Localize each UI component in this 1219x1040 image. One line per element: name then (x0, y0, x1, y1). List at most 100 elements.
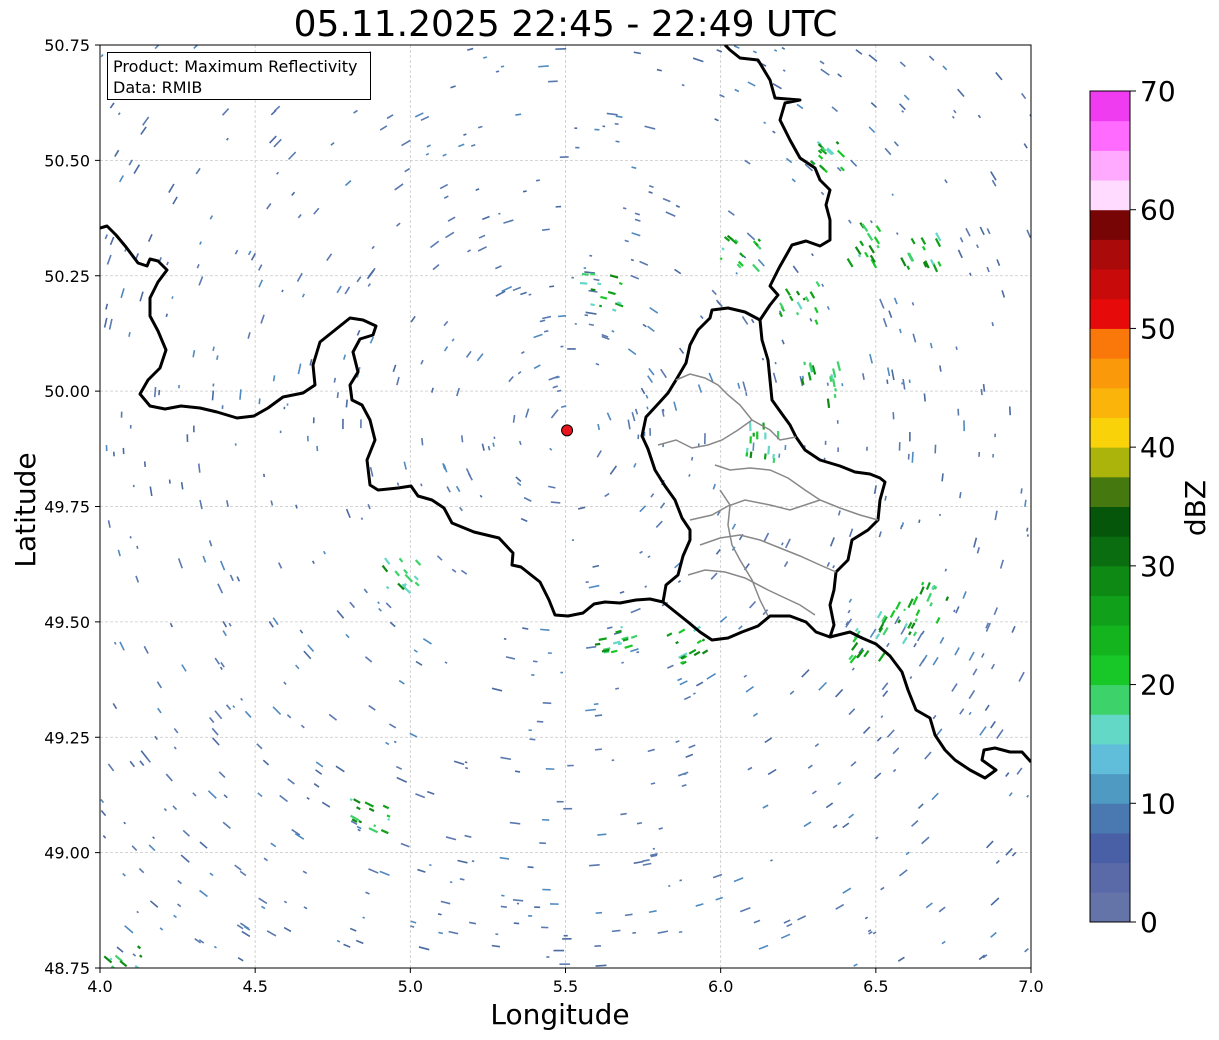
echo-cell (574, 127, 578, 130)
echo-cell-strong (752, 432, 755, 437)
echo-cell (559, 963, 571, 965)
echo-cell (567, 764, 574, 767)
echo-cell (560, 671, 564, 674)
echo-cell-strong (748, 421, 752, 431)
x-tick-label: 4.0 (87, 977, 112, 996)
echo-cell (909, 431, 911, 442)
colorbar-tick-label: 30 (1140, 550, 1176, 583)
echo-cell (516, 902, 520, 905)
colorbar-tick-label: 20 (1140, 669, 1176, 702)
colorbar-swatch (1090, 892, 1130, 923)
colorbar-swatch (1090, 387, 1130, 418)
echo-cell (560, 345, 564, 348)
echo-cell (583, 267, 587, 269)
x-tick-label: 5.0 (398, 977, 423, 996)
radar-site-marker (561, 424, 574, 437)
y-tick-label: 49.75 (44, 498, 90, 517)
echo-cell (234, 443, 237, 446)
echo-cell (837, 447, 840, 452)
colorbar (1089, 90, 1131, 923)
data-source-label: Data: RMIB (113, 78, 203, 97)
y-tick-label: 50.75 (44, 36, 90, 55)
colorbar-swatch (1090, 743, 1130, 775)
colorbar-swatch (1090, 91, 1130, 122)
echo-cell (611, 759, 615, 762)
colorbar-swatch (1090, 595, 1130, 626)
echo-cell (637, 434, 640, 440)
echo-cell (132, 484, 135, 488)
echo-cell (541, 926, 549, 929)
echo-cell (836, 420, 839, 424)
colorbar-swatch (1090, 239, 1130, 270)
echo-cell (221, 405, 224, 410)
echo-cell (542, 818, 550, 821)
echo-cell (571, 539, 575, 542)
y-tick-label: 49.25 (44, 728, 90, 747)
colorbar-swatch (1090, 180, 1130, 211)
echo-cell (555, 48, 567, 50)
echo-cell (129, 425, 132, 429)
colorbar-swatch (1090, 150, 1130, 181)
colorbar-swatch (1090, 625, 1130, 656)
y-tick-label: 49.50 (44, 613, 90, 632)
colorbar-tick-label: 50 (1140, 312, 1176, 345)
echo-cell-strong (745, 452, 749, 457)
echo-cell (534, 906, 541, 909)
y-tick-label: 48.75 (44, 959, 90, 978)
y-axis-ticks: 50.75 50.50 50.25 50.00 49.75 49.50 49.25 49.00… (44, 36, 100, 978)
x-tick-label: 5.5 (553, 977, 578, 996)
echo-cell (963, 420, 966, 432)
x-tick-label: 7.0 (1018, 977, 1043, 996)
x-tick-label: 6.5 (863, 977, 888, 996)
echo-cell (550, 903, 559, 905)
echo-cell (193, 425, 195, 433)
colorbar-swatch (1090, 298, 1130, 329)
echo-cell-strong (764, 432, 767, 440)
echo-cell (571, 276, 574, 279)
colorbar-swatch (1090, 714, 1130, 745)
colorbar-swatch (1090, 209, 1130, 240)
echo-cell (898, 442, 901, 451)
y-tick-label: 50.25 (44, 267, 90, 286)
y-axis-label: Latitude (9, 452, 42, 567)
echo-cell (105, 445, 108, 452)
colorbar-swatch (1090, 862, 1130, 893)
echo-cell (556, 800, 564, 803)
colorbar-swatch (1090, 654, 1130, 686)
echo-cell (934, 444, 937, 454)
y-tick-label: 50.00 (44, 382, 90, 401)
echo-cell (306, 435, 309, 442)
echo-cell-strong (132, 969, 138, 974)
colorbar-swatch (1090, 269, 1130, 300)
echo-cell (122, 447, 125, 455)
echo-cell (360, 419, 362, 429)
echo-cell (542, 888, 551, 891)
colorbar-label: dBZ (1179, 480, 1212, 536)
echo-cell (602, 125, 606, 128)
echo-cell (901, 382, 904, 385)
echo-cell (978, 451, 981, 457)
echo-cell (824, 440, 827, 445)
colorbar-tick-label: 70 (1140, 75, 1176, 108)
x-axis-ticks: 4.0 4.5 5.0 5.5 6.0 6.5 7.0 (87, 968, 1044, 996)
x-tick-label: 4.5 (242, 977, 267, 996)
colorbar-swatch (1090, 447, 1130, 478)
echo-cell-strong (124, 970, 131, 976)
echo-cell (994, 433, 996, 438)
colorbar-swatch (1090, 328, 1130, 359)
colorbar-ticks: 0 10 20 30 40 50 60 70 (1130, 75, 1176, 939)
echo-cell (547, 652, 552, 655)
colorbar-tick-label: 60 (1140, 194, 1176, 227)
echo-cell (784, 445, 787, 450)
colorbar-swatch (1090, 536, 1130, 567)
y-tick-label: 50.50 (44, 151, 90, 170)
echo-cell (286, 403, 289, 406)
echo-cell (553, 949, 565, 952)
info-box: Product: Maximum Reflectivity Data: RMIB (107, 52, 371, 100)
echo-cell (186, 434, 189, 442)
colorbar-swatch (1090, 803, 1130, 834)
colorbar-tick-label: 10 (1140, 787, 1176, 820)
echo-cell (649, 428, 652, 436)
x-tick-label: 6.0 (708, 977, 733, 996)
colorbar-swatch (1090, 832, 1130, 864)
